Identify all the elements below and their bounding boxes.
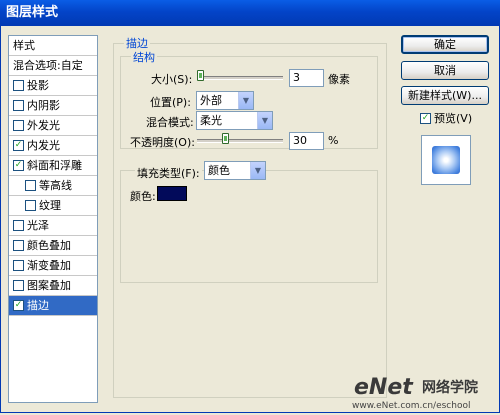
style-item-label: 纹理 — [39, 199, 61, 212]
style-item-label: 描边 — [27, 299, 49, 312]
chevron-down-icon[interactable]: ▼ — [257, 112, 272, 129]
style-item[interactable]: 外发光 — [9, 116, 97, 136]
fill-type-select-value: 颜色 — [208, 164, 230, 177]
ok-button-label: 确定 — [434, 38, 456, 51]
size-label: 大小(S): — [151, 73, 193, 86]
styles-list: 样式 混合选项:自定 投影 内阴影 外发光 ✓ 内发光 ✓ 斜面和浮雕 等高线 纹理 光泽 颜色叠加… — [8, 35, 98, 403]
chevron-down-icon[interactable]: ▼ — [250, 162, 265, 179]
styles-list-header[interactable]: 样式 — [9, 36, 97, 56]
cancel-button[interactable]: 取消 — [401, 61, 489, 80]
size-slider-track[interactable] — [197, 76, 283, 80]
size-input[interactable]: 3 — [289, 69, 324, 87]
opacity-label: 不透明度(O): — [130, 136, 195, 149]
checkbox-icon[interactable] — [13, 99, 24, 111]
enet-chinese-text: 网络学院 — [422, 379, 478, 396]
position-select[interactable]: 外部 ▼ — [196, 91, 254, 110]
opacity-input[interactable]: 30 — [289, 132, 324, 150]
style-item-label: 投影 — [27, 79, 49, 92]
blend-options-label: 混合选项:自定 — [13, 59, 83, 72]
checkbox-checked-icon[interactable]: ✓ — [13, 159, 24, 171]
color-label: 颜色: — [130, 190, 156, 203]
new-style-button-label: 新建样式(W)... — [408, 89, 482, 102]
style-item[interactable]: ✓ 内发光 — [9, 136, 97, 156]
enet-logo-text: eNet — [354, 375, 414, 400]
style-item[interactable]: 光泽 — [9, 216, 97, 236]
blend-mode-label: 混合模式: — [146, 116, 194, 129]
checkbox-icon[interactable] — [13, 279, 24, 291]
style-item[interactable]: 内阴影 — [9, 96, 97, 116]
size-unit: 像素 — [328, 73, 350, 86]
cancel-button-label: 取消 — [434, 64, 456, 77]
checkbox-icon[interactable] — [13, 219, 24, 231]
checkbox-icon[interactable] — [25, 199, 36, 211]
style-item[interactable]: 纹理 — [9, 196, 97, 216]
style-item[interactable]: ✓ 描边 — [9, 296, 97, 316]
style-item-label: 渐变叠加 — [27, 259, 71, 272]
enet-watermark: eNet 网络学院 www.eNet.com.cn/eschool — [350, 372, 498, 412]
structure-group-title: 结构 — [131, 49, 157, 65]
preview-label: 预览(V) — [434, 112, 473, 125]
enet-url-text: www.eNet.com.cn/eschool — [352, 401, 470, 411]
ok-button[interactable]: 确定 — [401, 35, 489, 54]
fill-type-label: 填充类型(F): — [135, 165, 202, 181]
style-item-label: 外发光 — [27, 119, 60, 132]
style-item[interactable]: 等高线 — [9, 176, 97, 196]
style-item-label: 图案叠加 — [27, 279, 71, 292]
opacity-slider-thumb[interactable] — [221, 133, 229, 144]
style-item[interactable]: 颜色叠加 — [9, 236, 97, 256]
window-title: 图层样式 — [6, 5, 59, 20]
style-item-label: 光泽 — [27, 219, 49, 232]
style-item[interactable]: ✓ 斜面和浮雕 — [9, 156, 97, 176]
blend-mode-select-value: 柔光 — [200, 114, 222, 127]
opacity-slider-track[interactable] — [197, 139, 283, 143]
style-preview-thumbnail — [421, 135, 471, 185]
opacity-unit: % — [328, 134, 339, 147]
position-label: 位置(P): — [150, 96, 191, 109]
style-item-label: 内阴影 — [27, 99, 60, 112]
style-item-label: 内发光 — [27, 139, 60, 152]
size-slider-thumb[interactable] — [197, 70, 204, 81]
style-item[interactable]: 渐变叠加 — [9, 256, 97, 276]
checkbox-checked-icon[interactable]: ✓ — [13, 139, 24, 151]
preview-checkbox[interactable]: ✓ 预览(V) — [420, 110, 472, 126]
chevron-down-icon[interactable]: ▼ — [238, 92, 253, 109]
new-style-button[interactable]: 新建样式(W)... — [401, 86, 489, 105]
preview-check-icon[interactable]: ✓ — [420, 112, 431, 124]
style-item-label: 颜色叠加 — [27, 239, 71, 252]
style-item[interactable]: 投影 — [9, 76, 97, 96]
position-select-value: 外部 — [200, 94, 222, 107]
window-title-bar: 图层样式 — [0, 0, 500, 26]
checkbox-checked-icon[interactable]: ✓ — [13, 299, 24, 311]
style-item-label: 等高线 — [39, 179, 72, 192]
checkbox-icon[interactable] — [13, 259, 24, 271]
checkbox-icon[interactable] — [25, 179, 36, 191]
preview-swatch-image — [432, 146, 460, 174]
color-swatch[interactable] — [157, 186, 187, 201]
blend-options-item[interactable]: 混合选项:自定 — [9, 56, 97, 76]
blend-mode-select[interactable]: 柔光 ▼ — [196, 111, 273, 130]
checkbox-icon[interactable] — [13, 79, 24, 91]
enet-logo-graphic: eNet 网络学院 www.eNet.com.cn/eschool — [352, 375, 478, 411]
styles-header-label: 样式 — [13, 39, 35, 52]
style-item[interactable]: 图案叠加 — [9, 276, 97, 296]
style-item-label: 斜面和浮雕 — [27, 159, 82, 172]
checkbox-icon[interactable] — [13, 239, 24, 251]
fill-type-select[interactable]: 颜色 ▼ — [204, 161, 266, 180]
checkbox-icon[interactable] — [13, 119, 24, 131]
